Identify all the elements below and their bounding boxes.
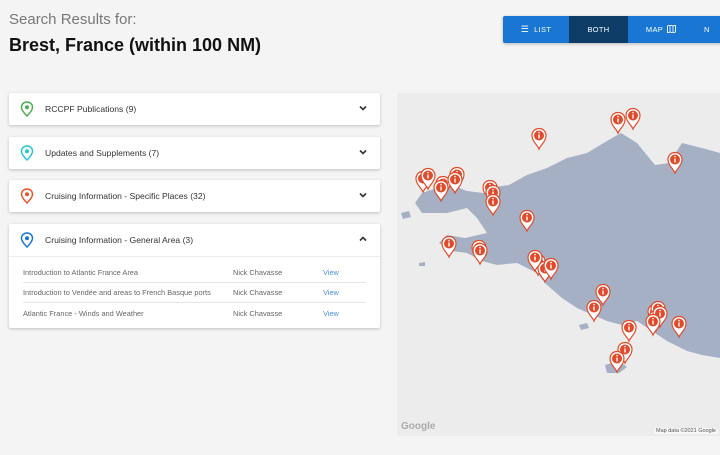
list-icon: ☰ <box>520 24 530 34</box>
item-author: Nick Chavasse <box>233 288 283 297</box>
ouessant-island <box>401 211 411 219</box>
panel-header[interactable]: Cruising Information - General Area (3) <box>9 224 380 257</box>
item-title: Atlantic France - Winds and Weather <box>23 309 144 318</box>
map-attribution: Map data ©2021 Google <box>653 428 718 434</box>
panel-label: Updates and Supplements (7) <box>45 148 160 158</box>
map-canvas[interactable] <box>397 93 720 436</box>
green-pin-icon <box>20 101 34 117</box>
next-view-label: N <box>704 25 710 34</box>
map-marker-icon[interactable] <box>531 127 547 151</box>
orange-pin-icon <box>20 188 34 204</box>
ile-de-groix <box>579 323 589 330</box>
item-author: Nick Chavasse <box>233 268 283 277</box>
view-link[interactable]: View <box>323 308 339 320</box>
chevron-down-icon[interactable] <box>359 148 367 156</box>
chevron-up-icon[interactable] <box>359 235 367 243</box>
list-item: Atlantic France - Winds and Weather Nick… <box>23 303 366 324</box>
blue-pin-icon <box>20 232 34 248</box>
panel-specific-places: Cruising Information - Specific Places (… <box>9 180 380 212</box>
panel-rccpf-publications: RCCPF Publications (9) <box>9 93 380 125</box>
map-marker-icon[interactable] <box>610 111 626 135</box>
map-view[interactable]: Google Map data ©2021 Google <box>397 93 720 436</box>
panel-header[interactable]: Cruising Information - Specific Places (… <box>9 180 380 212</box>
item-author: Nick Chavasse <box>233 309 283 318</box>
map-view-button[interactable]: MAP <box>628 16 694 43</box>
map-marker-icon[interactable] <box>621 319 637 343</box>
list-view-label: LIST <box>534 25 552 34</box>
both-view-label: BOTH <box>587 25 610 34</box>
page-title: Brest, France (within 100 NM) <box>9 35 262 55</box>
teal-pin-icon <box>20 145 34 161</box>
item-title: Introduction to Vendée and areas to Fren… <box>23 288 211 297</box>
list-item: Introduction to Atlantic France Area Nic… <box>23 263 366 283</box>
chevron-down-icon[interactable] <box>359 191 367 199</box>
next-view-button[interactable]: N <box>694 16 720 43</box>
map-marker-icon[interactable] <box>586 299 602 323</box>
panel-label: Cruising Information - Specific Places (… <box>45 191 206 201</box>
map-icon <box>667 23 677 35</box>
sein-island <box>419 262 425 266</box>
view-link[interactable]: View <box>323 267 339 279</box>
panel-general-area: Cruising Information - General Area (3) … <box>9 224 380 328</box>
search-results-label: Search Results for: <box>9 11 137 28</box>
map-marker-icon[interactable] <box>625 107 641 131</box>
panel-header[interactable]: Updates and Supplements (7) <box>9 137 380 169</box>
view-toggle: ☰ LIST BOTH MAP N <box>503 16 720 43</box>
panel-label: Cruising Information - General Area (3) <box>45 235 194 245</box>
panel-label: RCCPF Publications (9) <box>45 104 137 114</box>
general-area-list: Introduction to Atlantic France Area Nic… <box>9 257 380 328</box>
both-view-button[interactable]: BOTH <box>569 16 628 43</box>
chevron-down-icon[interactable] <box>359 104 367 112</box>
list-view-button[interactable]: ☰ LIST <box>503 16 569 43</box>
list-item: Introduction to Vendée and areas to Fren… <box>23 283 366 303</box>
view-link[interactable]: View <box>323 287 339 299</box>
google-logo: Google <box>401 421 436 432</box>
map-view-label: MAP <box>645 25 664 34</box>
panel-updates-supplements: Updates and Supplements (7) <box>9 137 380 169</box>
map-marker-icon[interactable] <box>441 235 457 259</box>
item-title: Introduction to Atlantic France Area <box>23 268 139 277</box>
panel-header[interactable]: RCCPF Publications (9) <box>9 93 380 125</box>
